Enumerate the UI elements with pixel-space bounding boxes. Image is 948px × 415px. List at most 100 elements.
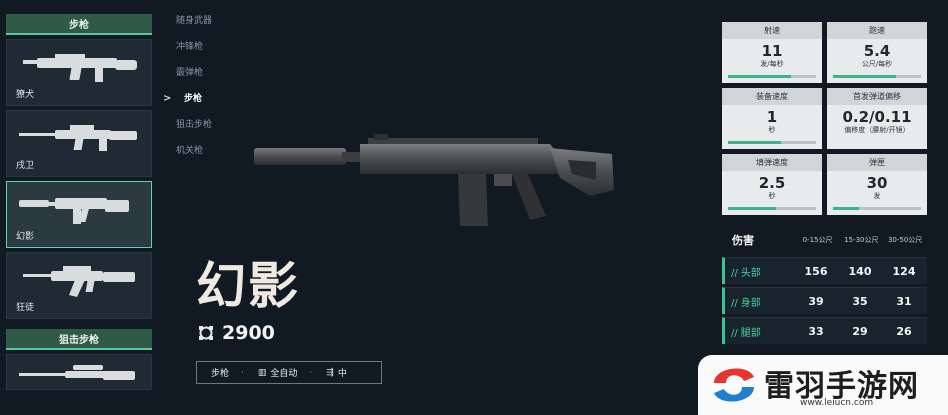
damage-value: 26	[896, 324, 912, 338]
stat-unit: 秒	[768, 192, 776, 200]
range-label: 0-15公尺	[802, 236, 833, 244]
stat-value: 2.5	[758, 174, 786, 192]
body-part: //身部	[731, 297, 761, 309]
stat-value: 1	[766, 108, 778, 126]
leiyu-logo-icon	[714, 368, 754, 402]
menu-item-label: 冲锋枪	[176, 42, 204, 52]
weapon-list: 步枪 獠犬 戌卫 幻影 狂徒 狙击步枪	[6, 14, 152, 390]
category-header-label: 步枪	[69, 20, 89, 31]
menu-item-shotguns[interactable]: 霰弹枪	[166, 66, 246, 92]
weapon-name: 狂徒	[16, 303, 35, 313]
stat-label: 弹匣	[827, 154, 927, 171]
weapon-card-phantom[interactable]: 幻影	[6, 181, 152, 248]
chevron-right-icon: >	[163, 93, 172, 104]
watermark: 雷羽手游网 www.leiucn.com	[698, 355, 948, 415]
category-header-label: 狙击步枪	[59, 335, 99, 346]
category-header-sniper: 狙击步枪	[6, 329, 152, 350]
damage-value: 35	[852, 294, 868, 308]
damage-value: 124	[892, 264, 916, 278]
weapon-category-menu: 随身武器 冲锋枪 霰弹枪 > 步枪 狙击步枪 机关枪	[163, 14, 246, 170]
menu-item-label: 狙击步枪	[176, 120, 213, 130]
damage-value: 156	[804, 264, 828, 278]
tag-wall-pen: ⇶ 中	[312, 366, 347, 380]
stat-label: 首发弹道偏移	[827, 88, 927, 105]
stat-unit: 秒	[768, 126, 776, 134]
phantom-icon	[19, 198, 129, 224]
body-part: //头部	[731, 267, 761, 279]
menu-item-snipers[interactable]: 狙击步枪	[166, 118, 246, 144]
damage-value: 140	[848, 264, 872, 278]
menu-item-label: 机关枪	[176, 146, 204, 156]
menu-item-sidearms[interactable]: 随身武器	[166, 14, 246, 40]
stat-bar	[728, 75, 816, 78]
stat-label: 填弹速度	[722, 154, 822, 171]
menu-item-label: 霰弹枪	[176, 68, 204, 78]
stat-label: 跑速	[827, 22, 927, 39]
damage-value: 31	[896, 294, 912, 308]
damage-value: 33	[808, 324, 824, 338]
damage-value: 29	[852, 324, 868, 338]
weapon-card-guardian[interactable]: 戌卫	[6, 110, 152, 177]
tag-type: 步枪 ·	[197, 366, 244, 380]
tag-label: 中	[337, 369, 347, 379]
stat-bar	[833, 207, 921, 210]
tag-fire-mode: ▥ 全自动 ·	[244, 366, 312, 380]
creds-icon	[199, 326, 213, 340]
stat-unit: 公尺/每秒	[861, 60, 893, 68]
stat-fire-rate: 射速 11 发/每秒	[722, 22, 822, 83]
menu-item-machine-guns[interactable]: 机关枪	[166, 144, 246, 170]
stat-bar	[728, 141, 816, 144]
stat-label: 装备速度	[722, 88, 822, 105]
menu-item-label: 步枪	[184, 94, 203, 104]
tag-label: 步枪	[211, 369, 230, 379]
price-display: 2900	[198, 322, 275, 344]
damage-value: 39	[808, 294, 824, 308]
damage-table: 伤害 0-15公尺 15-30公尺 30-50公尺 //头部 156 140 1…	[722, 226, 927, 344]
tag-label: 全自动	[270, 369, 298, 379]
stat-unit: 发/每秒	[760, 60, 784, 68]
stat-equip-speed: 装备速度 1 秒	[722, 88, 822, 149]
stat-bar	[728, 207, 816, 210]
weapon-name: 幻影	[16, 232, 35, 242]
weapon-card-vandal[interactable]: 狂徒	[6, 252, 152, 319]
range-label: 30-50公尺	[887, 236, 923, 244]
stat-label: 射速	[722, 22, 822, 39]
full-auto-icon: ▥	[257, 367, 267, 378]
damage-row-legs: //腿部 33 29 26	[722, 317, 927, 344]
weapon-tags: 步枪 · ▥ 全自动 · ⇶ 中	[196, 361, 382, 384]
bulldog-icon	[23, 54, 137, 82]
stat-run-speed: 跑速 5.4 公尺/每秒	[827, 22, 927, 83]
category-header-rifle: 步枪	[6, 14, 152, 35]
damage-title: 伤害	[732, 234, 754, 247]
stat-unit: 偏移度（腰射/开镜）	[844, 126, 910, 134]
stat-bar	[833, 75, 921, 78]
stat-value: 11	[761, 42, 783, 60]
vandal-icon	[23, 266, 135, 297]
wall-penetration-icon: ⇶	[326, 367, 334, 378]
menu-item-smgs[interactable]: 冲锋枪	[166, 40, 246, 66]
damage-row-head: //头部 156 140 124	[722, 257, 927, 284]
range-label: 15-30公尺	[844, 236, 879, 244]
watermark-url: www.leiucn.com	[800, 398, 874, 408]
weapon-card-marshal[interactable]	[6, 354, 152, 390]
damage-header: 伤害 0-15公尺 15-30公尺 30-50公尺	[722, 226, 927, 254]
weapon-title: 幻影	[196, 257, 300, 315]
stat-reload-speed: 填弹速度 2.5 秒	[722, 154, 822, 215]
body-part: //腿部	[731, 327, 761, 339]
weapon-name: 獠犬	[16, 90, 35, 100]
stats-grid: 射速 11 发/每秒 跑速 5.4 公尺/每秒 装备速度 1 秒 首发弹道偏移 …	[722, 22, 927, 220]
stat-magazine: 弹匣 30 发	[827, 154, 927, 215]
stat-first-shot-spread: 首发弹道偏移 0.2/0.11 偏移度（腰射/开镜）	[827, 88, 927, 149]
stat-unit: 发	[873, 192, 881, 200]
phantom-render	[254, 134, 614, 226]
weapon-card-bulldog[interactable]: 獠犬	[6, 39, 152, 106]
price-value: 2900	[222, 322, 275, 344]
menu-item-rifles[interactable]: > 步枪	[163, 92, 246, 118]
weapon-name: 戌卫	[16, 161, 35, 171]
stat-value: 5.4	[863, 42, 891, 60]
stat-value: 30	[866, 174, 888, 192]
guardian-icon	[19, 125, 137, 151]
marshal-icon	[19, 365, 135, 380]
menu-item-label: 随身武器	[176, 16, 213, 26]
stat-value: 0.2/0.11	[842, 108, 912, 126]
